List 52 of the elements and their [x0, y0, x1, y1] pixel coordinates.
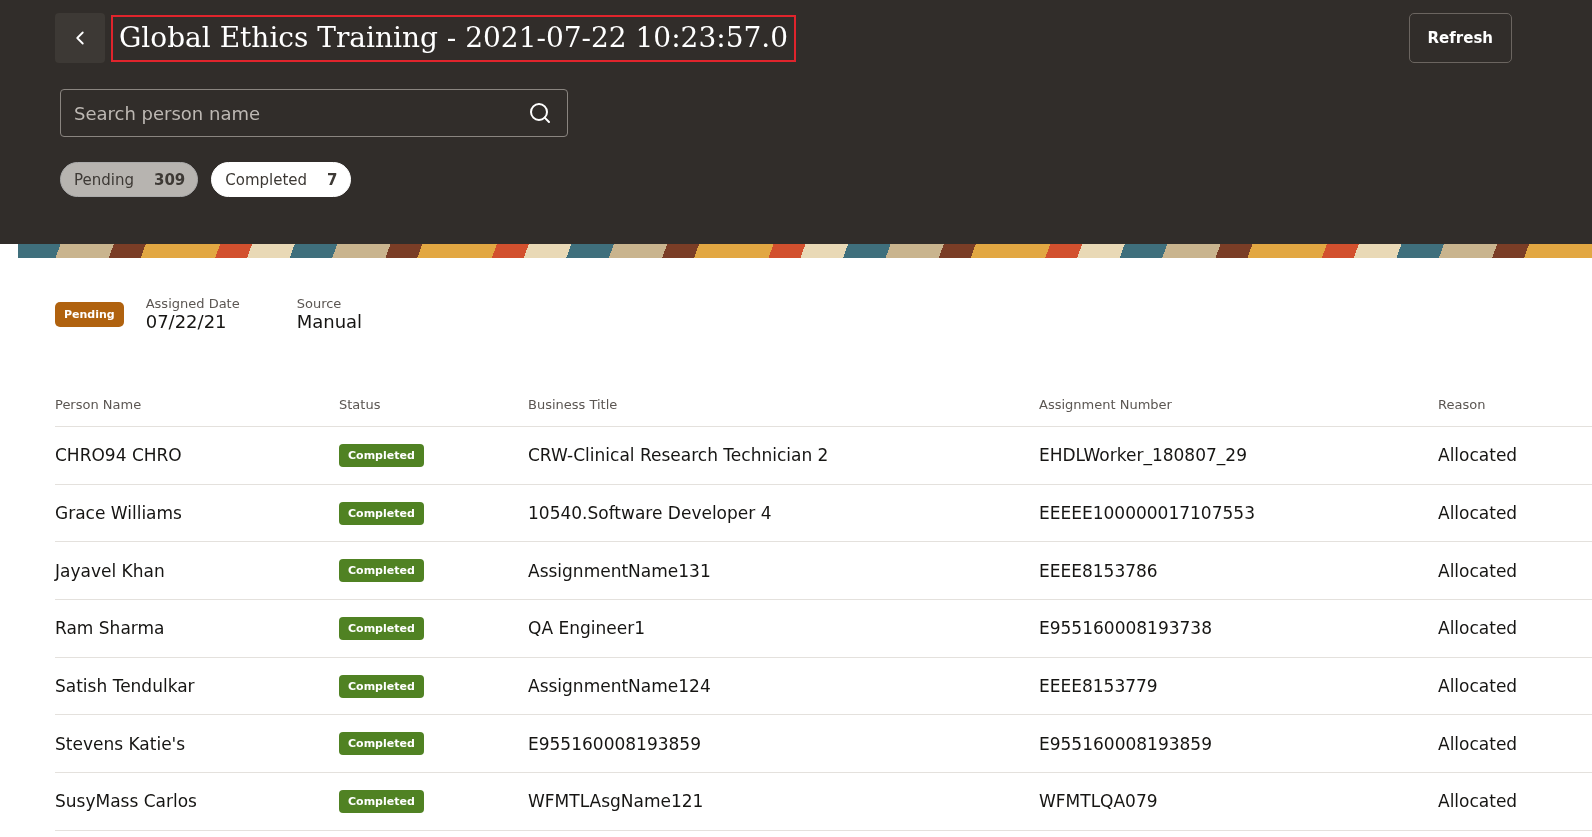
search-icon: [528, 101, 552, 125]
status-badge: Completed: [339, 559, 424, 583]
page-title: Global Ethics Training - 2021-07-22 10:23:57.0: [111, 14, 796, 62]
table-cell-text: Ram Sharma: [55, 618, 166, 639]
table-cell-text: EEEE8153786: [1039, 560, 1159, 581]
column-header: Person Name: [55, 396, 143, 412]
table-cell-text: Allocated: [1438, 791, 1519, 812]
table-cell-text: QA Engineer1: [528, 618, 646, 639]
field-value: Manual: [296, 311, 363, 332]
table-cell-text: WFMTLAsgName121: [528, 791, 705, 812]
field-label: Source: [296, 296, 343, 311]
status-badge: Completed: [339, 616, 424, 640]
table-cell-text: Allocated: [1438, 445, 1519, 466]
table-cell-text: EEEE8153779: [1039, 676, 1159, 697]
table-cell-text: Grace Williams: [55, 503, 183, 524]
status-badge: Pending: [55, 302, 124, 327]
table-cell-text: E955160008193859: [1039, 733, 1213, 754]
table-cell-text: EHDLWorker_180807_29: [1039, 445, 1248, 466]
table-cell-text: WFMTLQA079: [1039, 791, 1159, 812]
table-cell-text: CRW-Clinical Research Technician 2: [528, 445, 830, 466]
status-badge: Completed: [339, 501, 424, 525]
table-cell-text: SusyMass Carlos: [55, 791, 198, 812]
table-cell-text: Allocated: [1438, 560, 1519, 581]
table-cell-text: Allocated: [1438, 676, 1519, 697]
table-cell-text: Stevens Katie's: [55, 733, 187, 754]
filter-chip[interactable]: Completed 7: [211, 162, 351, 197]
back-button[interactable]: [55, 13, 105, 63]
column-header: Reason: [1438, 396, 1487, 412]
table-cell-text: Allocated: [1438, 733, 1519, 754]
column-header: Status: [339, 396, 382, 412]
table-cell-text: Jayavel Khan: [55, 560, 166, 581]
status-badge: Completed: [339, 443, 424, 467]
search-field[interactable]: Search person name: [60, 89, 568, 137]
field-label: Assigned Date: [145, 296, 240, 311]
column-header: Assignment Number: [1039, 396, 1173, 412]
field-value: 07/22/21: [145, 311, 228, 332]
table-cell-text: AssignmentName131: [528, 560, 712, 581]
status-badge: Completed: [339, 732, 424, 756]
table-cell-text: Satish Tendulkar: [55, 676, 196, 697]
table-cell-text: EEEEE100000017107553: [1039, 503, 1256, 524]
table-cell-text: Allocated: [1438, 618, 1519, 639]
table-cell-text: E955160008193738: [1039, 618, 1213, 639]
table-cell-text: Allocated: [1438, 503, 1519, 524]
refresh-button[interactable]: Refresh: [1408, 13, 1512, 63]
status-badge: Completed: [339, 789, 424, 813]
table-cell-text: AssignmentName124: [528, 676, 712, 697]
table-cell-text: 10540.Software Developer 4: [528, 503, 773, 524]
filter-chip[interactable]: Pending 309: [60, 162, 199, 197]
status-badge: Completed: [339, 674, 424, 698]
table-cell-text: E955160008193859: [528, 733, 702, 754]
table-cell-text: CHRO94 CHRO: [55, 445, 183, 466]
column-header: Business Title: [528, 396, 619, 412]
